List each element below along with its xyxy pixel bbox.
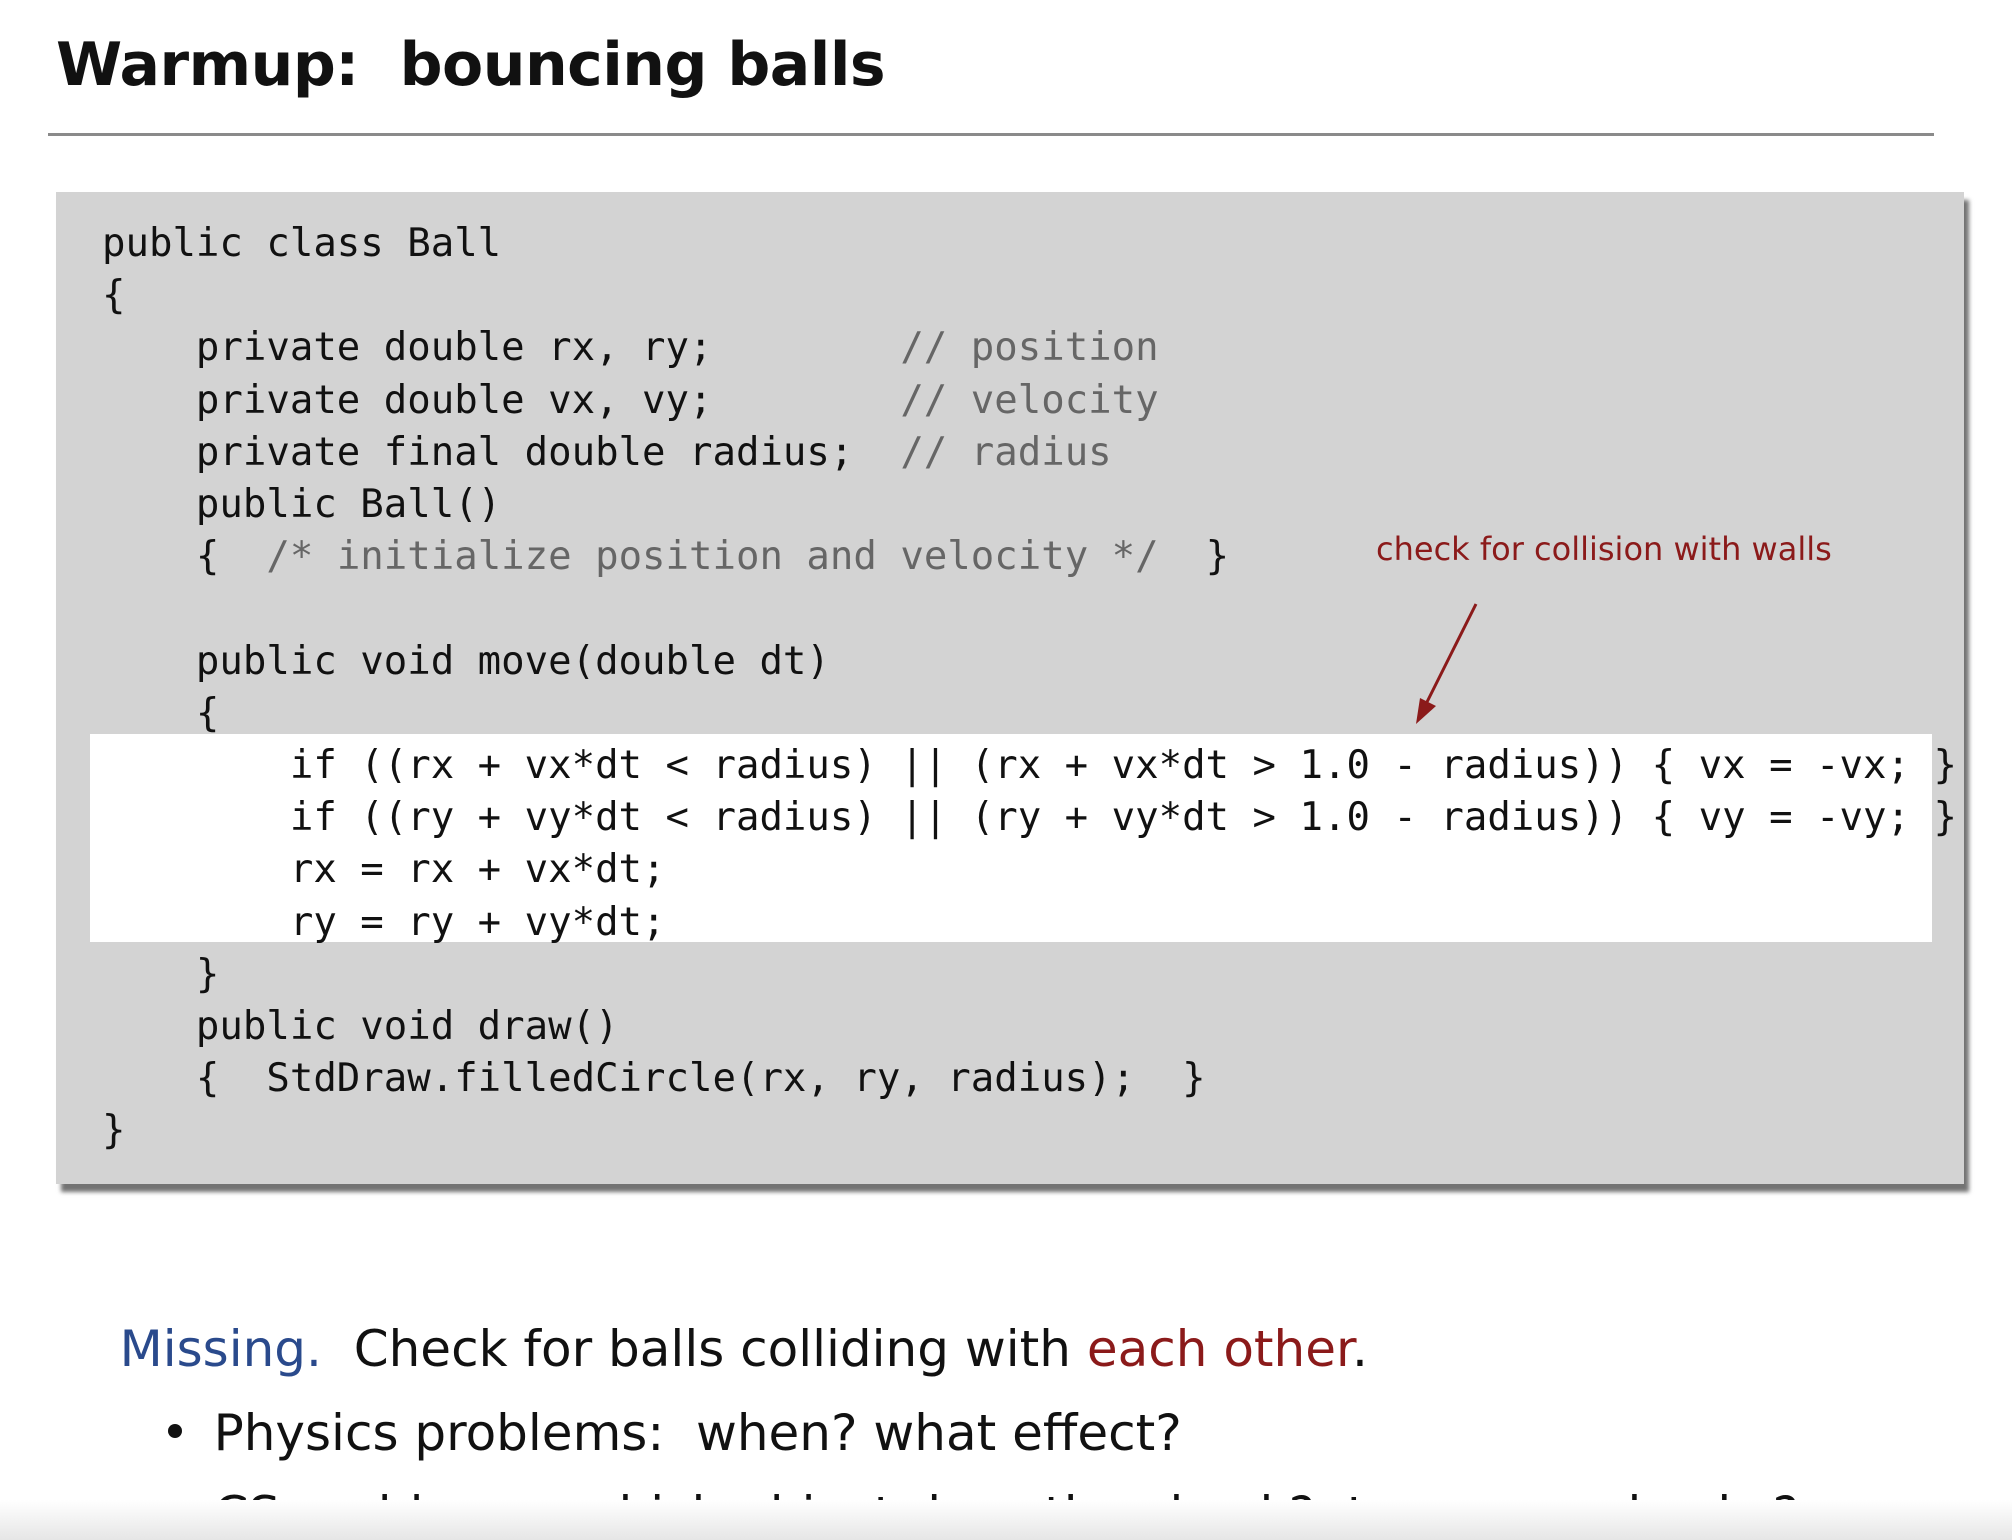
title-divider: [48, 133, 1934, 136]
code-line: private double vx, vy; // velocity: [102, 375, 1159, 427]
video-bottom-fade: [0, 1500, 2012, 1540]
code-line: public class Ball: [102, 218, 501, 270]
code-line: { StdDraw.filledCircle(rx, ry, radius); …: [102, 1053, 1206, 1105]
code-line: ry = ry + vy*dt;: [102, 897, 666, 949]
code-text: {: [102, 690, 220, 736]
code-text: if ((rx + vx*dt < radius) || (rx + vx*dt…: [102, 743, 1957, 788]
annotation-arrow-icon: [1416, 603, 1478, 724]
code-text: public void move(double dt): [102, 638, 830, 684]
code-text: {: [102, 273, 126, 319]
code-line: rx = rx + vx*dt;: [102, 844, 666, 896]
code-text: {: [102, 534, 267, 580]
code-text: public class Ball: [102, 221, 502, 266]
code-line: if ((ry + vy*dt < radius) || (ry + vy*dt…: [102, 792, 1957, 844]
code-text: }: [102, 951, 220, 997]
code-line: { /* initialize position and velocity */…: [102, 531, 1229, 583]
missing-period: .: [1351, 1320, 1368, 1378]
code-text: private final double radius;: [102, 429, 901, 475]
code-text: private double rx, ry;: [102, 325, 901, 371]
code-line: }: [102, 949, 220, 1001]
code-tail: }: [1158, 534, 1230, 580]
code-text: ry = ry + vy*dt;: [102, 899, 666, 945]
code-text: rx = rx + vx*dt;: [102, 847, 666, 893]
code-comment: // position: [900, 325, 1159, 371]
code-comment: // velocity: [900, 377, 1159, 423]
code-text: public void draw(): [102, 1004, 619, 1049]
slide-title: Warmup: bouncing balls: [56, 30, 886, 100]
code-line: {: [102, 270, 125, 322]
code-text: { StdDraw.filledCircle(rx, ry, radius); …: [102, 1056, 1206, 1102]
code-line: {: [102, 688, 220, 740]
code-text: private double vx, vy;: [102, 377, 901, 423]
code-comment: /* initialize position and velocity */: [266, 534, 1159, 580]
code-line: public Ball(): [102, 479, 501, 531]
code-line: private final double radius; // radius: [102, 427, 1112, 479]
code-line: public void move(double dt): [102, 636, 830, 688]
code-text: public Ball(): [102, 482, 502, 527]
code-line: }: [102, 1105, 125, 1157]
code-line: public void draw(): [102, 1001, 619, 1053]
code-comment: // radius: [900, 429, 1112, 475]
slide: Warmup: bouncing balls public class Ball…: [0, 0, 2012, 1540]
code-line: if ((rx + vx*dt < radius) || (rx + vx*dt…: [102, 740, 1957, 792]
code-text: }: [102, 1108, 126, 1154]
code-line: private double rx, ry; // position: [102, 322, 1159, 374]
annotation-label: check for collision with walls: [1376, 530, 1832, 568]
code-text: if ((ry + vy*dt < radius) || (ry + vy*dt…: [102, 795, 1957, 841]
